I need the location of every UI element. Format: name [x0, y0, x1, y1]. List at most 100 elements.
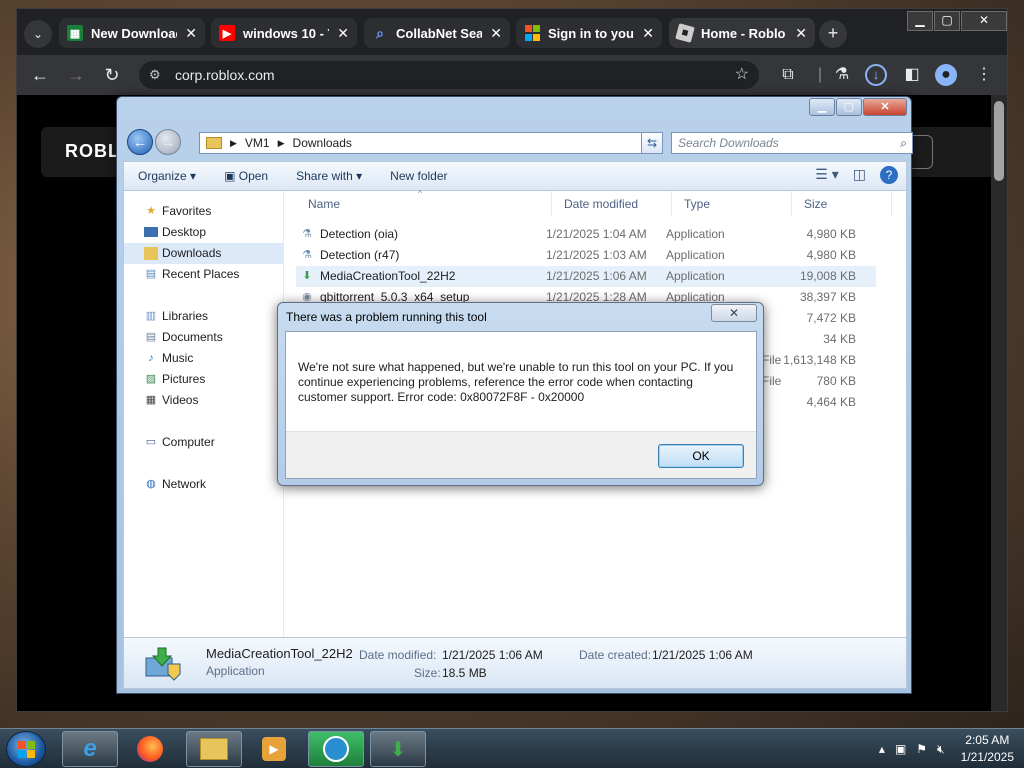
firefox-icon[interactable]: [122, 731, 178, 767]
star-icon: ★: [146, 205, 156, 217]
site-info-icon[interactable]: ⚙: [149, 61, 161, 89]
close-icon[interactable]: ✕: [185, 25, 197, 42]
chevron-right-icon: ▶: [277, 137, 285, 148]
tab-title: CollabNet Sear: [396, 25, 483, 41]
nav-documents[interactable]: ▤ Documents: [124, 327, 283, 348]
tab-strip: ⌄ ▦ New Download ✕ ▶ windows 10 - Y ✕ ⌕ …: [17, 9, 1007, 55]
tab-sign-in[interactable]: Sign in to your ✕: [516, 18, 662, 48]
nav-libraries[interactable]: ▥ Libraries: [124, 306, 283, 327]
close-icon[interactable]: ✕: [795, 25, 807, 42]
tab-new-download[interactable]: ▦ New Download ✕: [59, 18, 205, 48]
back-arrow-icon[interactable]: ←: [127, 129, 153, 155]
star-icon[interactable]: ☆: [735, 61, 749, 89]
new-folder-button[interactable]: New folder: [376, 169, 461, 183]
table-row[interactable]: ⚗ Detection (oia) 1/21/2025 1:04 AM Appli…: [296, 224, 876, 245]
dialog-close-button[interactable]: ✕: [711, 304, 757, 322]
plus-icon: +: [827, 23, 839, 43]
app-icon: ⚗: [302, 228, 312, 240]
tab-youtube[interactable]: ▶ windows 10 - Y ✕: [211, 18, 357, 48]
organize-menu[interactable]: Organize ▾: [124, 169, 210, 183]
detail-created-label: Date created:: [579, 648, 652, 662]
scroll-thumb[interactable]: [994, 101, 1004, 181]
media-player-icon[interactable]: ▶: [246, 731, 302, 767]
forward-icon[interactable]: →: [63, 62, 89, 88]
app-icon: ⚗: [302, 249, 312, 261]
explorer-folder-icon[interactable]: [186, 731, 242, 767]
download-icon[interactable]: ↓: [865, 64, 887, 86]
help-icon[interactable]: ?: [880, 166, 898, 184]
column-header-name[interactable]: Name: [296, 191, 552, 217]
side-panel-icon[interactable]: ◧: [901, 64, 923, 86]
open-button[interactable]: ▣ Open: [210, 169, 282, 183]
media-creation-taskbar-icon[interactable]: [308, 731, 364, 767]
refresh-icon[interactable]: ⇆: [641, 132, 663, 154]
table-row[interactable]: ⬇ MediaCreationTool_22H2 1/21/2025 1:06 A…: [296, 266, 876, 287]
minimize-button[interactable]: ▁: [907, 11, 933, 31]
clock-date: 1/21/2025: [960, 750, 1014, 764]
column-header-date[interactable]: Date modified: [552, 191, 672, 217]
mct-window-taskbar-icon[interactable]: ⬇: [370, 731, 426, 767]
nav-videos[interactable]: ▦ Videos: [124, 390, 283, 411]
windows-logo-icon: [18, 741, 35, 758]
new-tab-button[interactable]: +: [819, 20, 847, 48]
details-pane: MediaCreationTool_22H2 Application Date …: [123, 637, 907, 689]
address-bar[interactable]: ⚙ corp.roblox.com ☆: [139, 61, 759, 89]
search-placeholder: Search Downloads: [678, 136, 779, 150]
tab-title: Sign in to your: [548, 25, 635, 41]
forward-arrow-icon[interactable]: →: [155, 129, 181, 155]
nav-favorites[interactable]: ★ Favorites: [124, 201, 283, 222]
view-options-icon[interactable]: ☰ ▾: [815, 166, 838, 184]
profile-avatar-icon[interactable]: ●: [935, 64, 957, 86]
dialog-message: We're not sure what happened, but we're …: [298, 360, 734, 404]
nav-network[interactable]: ◍ Network: [124, 474, 283, 495]
internet-explorer-icon[interactable]: e: [62, 731, 118, 767]
breadcrumb-item[interactable]: Downloads: [293, 136, 352, 150]
dialog-body: We're not sure what happened, but we're …: [285, 331, 757, 479]
url-text: corp.roblox.com: [175, 67, 275, 83]
divider-icon: |: [817, 66, 823, 83]
tab-roblox-home[interactable]: ■ Home - Roblo ✕: [669, 18, 815, 48]
column-header-type[interactable]: Type: [672, 191, 792, 217]
labs-icon[interactable]: ⚗: [831, 64, 853, 86]
page-scrollbar[interactable]: [991, 95, 1007, 711]
volume-muted-icon[interactable]: 🔇︎: [937, 742, 945, 757]
tab-collabnet[interactable]: ⌕ CollabNet Sear ✕: [364, 18, 510, 48]
extensions-icon[interactable]: ⧉: [777, 64, 799, 86]
nav-downloads[interactable]: Downloads: [124, 243, 283, 264]
nav-pictures[interactable]: ▨ Pictures: [124, 369, 283, 390]
maximize-button[interactable]: ▢: [934, 11, 960, 31]
action-center-flag-icon[interactable]: ⚑: [916, 742, 927, 756]
show-hidden-icons[interactable]: ▴: [879, 742, 885, 756]
detail-size: 18.5 MB: [442, 666, 487, 680]
menu-kebab-icon[interactable]: ⋮: [973, 64, 995, 86]
back-icon[interactable]: ←: [27, 62, 53, 88]
nav-music[interactable]: ♪ Music: [124, 348, 283, 369]
breadcrumb[interactable]: ▶ VM1 ▶ Downloads ▼: [199, 132, 661, 154]
clock[interactable]: 2:05 AM 1/21/2025: [961, 732, 1014, 766]
reload-icon[interactable]: ↻: [99, 62, 125, 88]
share-with-menu[interactable]: Share with ▾: [282, 169, 376, 183]
nav-recent-places[interactable]: ▤ Recent Places: [124, 264, 283, 285]
tab-title: New Download: [91, 25, 178, 41]
close-icon[interactable]: ✕: [642, 25, 654, 42]
network-tray-icon[interactable]: ▣: [895, 742, 906, 756]
start-button[interactable]: [6, 731, 46, 767]
column-header-size[interactable]: Size: [792, 191, 892, 217]
explorer-maximize-button[interactable]: ▢: [836, 98, 862, 116]
close-window-button[interactable]: ✕: [961, 11, 1007, 31]
tab-search-button[interactable]: ⌄: [24, 20, 52, 48]
search-input[interactable]: Search Downloads ⌕: [671, 132, 913, 154]
close-icon[interactable]: ✕: [490, 25, 502, 42]
recent-places-icon: ▤: [145, 268, 157, 280]
desktop-icon: [144, 227, 158, 237]
ok-button[interactable]: OK: [658, 444, 744, 468]
preview-pane-icon[interactable]: ◫: [853, 166, 866, 184]
close-icon[interactable]: ✕: [337, 25, 349, 42]
explorer-close-button[interactable]: ✕: [863, 98, 907, 116]
breadcrumb-item[interactable]: VM1: [245, 136, 270, 150]
nav-desktop[interactable]: Desktop: [124, 222, 283, 243]
explorer-minimize-button[interactable]: ▁: [809, 98, 835, 116]
table-row[interactable]: ⚗ Detection (r47) 1/21/2025 1:03 AM Appli…: [296, 245, 876, 266]
nav-computer[interactable]: ▭ Computer: [124, 432, 283, 453]
detail-created: 1/21/2025 1:06 AM: [652, 648, 753, 662]
